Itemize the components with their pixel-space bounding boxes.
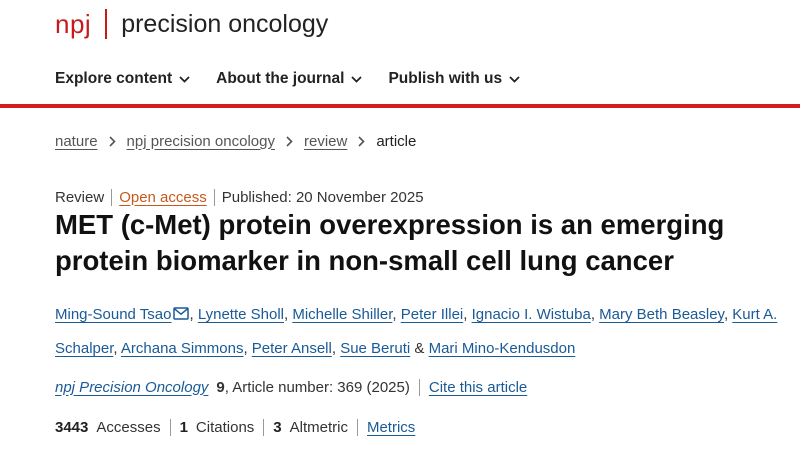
chevron-down-icon (509, 75, 520, 83)
author-link[interactable]: Ming-Sound Tsao (55, 306, 171, 323)
article-type: Review (55, 188, 105, 206)
citation-line: npj Precision Oncology 9, Article number… (55, 377, 527, 397)
meta-divider (213, 188, 215, 206)
author-link[interactable]: Ignacio I. Wistuba (472, 306, 591, 323)
journal-volume: 9 (216, 378, 225, 396)
breadcrumb-current: article (376, 132, 417, 150)
email-icon[interactable] (173, 299, 190, 332)
metrics-link[interactable]: Metrics (367, 419, 415, 436)
altmetric-count: 3 (273, 418, 282, 436)
main-nav: Explore content About the journal Publis… (55, 68, 520, 90)
author-link[interactable]: Peter Ansell (252, 340, 332, 357)
journal-name-link[interactable]: npj Precision Oncology (55, 379, 208, 396)
article-meta: Review Open access Published: 20 Novembe… (55, 187, 424, 207)
meta-divider (111, 188, 113, 206)
accesses-count: 3443 (55, 418, 89, 436)
brand-journal-name: precision oncology (121, 9, 329, 38)
author-link[interactable]: Mary Beth Beasley (599, 306, 724, 323)
brand-logo[interactable]: npj precision oncology (55, 6, 328, 42)
nav-explore-content[interactable]: Explore content (55, 70, 190, 88)
chevron-right-icon (358, 135, 365, 147)
author-list: Ming-Sound Tsao, Lynette Sholl, Michelle… (55, 298, 795, 365)
chevron-right-icon (286, 135, 293, 147)
article-title: MET (c-Met) protein overexpression is an… (55, 209, 725, 276)
author-link[interactable]: Sue Beruti (340, 340, 410, 357)
header-divider-bar (0, 104, 800, 108)
chevron-down-icon (351, 75, 363, 83)
breadcrumb-review[interactable]: review (304, 133, 347, 150)
citations-label: Citations (195, 418, 255, 436)
chevron-right-icon (108, 135, 116, 147)
breadcrumb-journal[interactable]: npj precision oncology (127, 133, 275, 150)
author-link[interactable]: Peter Illei (401, 306, 464, 323)
metrics-divider (356, 418, 358, 436)
nav-publish-with-us[interactable]: Publish with us (388, 70, 520, 88)
published-date: Published: 20 November 2025 (221, 188, 424, 206)
nav-about-journal[interactable]: About the journal (216, 70, 363, 88)
altmetric-label: Altmetric (289, 418, 348, 436)
nav-about-journal-label: About the journal (216, 70, 345, 87)
accesses-label: Accesses (96, 418, 161, 436)
author-link[interactable]: Lynette Sholl (198, 306, 284, 323)
open-access-link[interactable]: Open access (119, 189, 207, 206)
nav-explore-content-label: Explore content (55, 70, 173, 87)
metrics-divider (263, 418, 265, 436)
breadcrumb-nature[interactable]: nature (55, 133, 98, 150)
metrics-divider (169, 418, 171, 436)
author-link[interactable]: Archana Simmons (121, 340, 244, 357)
breadcrumb: nature npj precision oncology review art… (55, 131, 416, 151)
brand-divider (105, 9, 108, 39)
citations-count: 1 (179, 418, 188, 436)
nav-publish-with-us-label: Publish with us (388, 70, 503, 87)
brand-npj-mark: npj (55, 8, 92, 39)
citation-divider (418, 378, 420, 396)
article-number: , Article number: 369 (2025) (224, 378, 410, 396)
author-link[interactable]: Michelle Shiller (292, 306, 392, 323)
author-link[interactable]: Mari Mino-Kendusdon (429, 340, 576, 357)
cite-this-article-link[interactable]: Cite this article (429, 379, 527, 396)
article-metrics: 3443 Accesses 1 Citations 3 Altmetric Metri… (55, 417, 415, 437)
chevron-down-icon (179, 75, 190, 83)
